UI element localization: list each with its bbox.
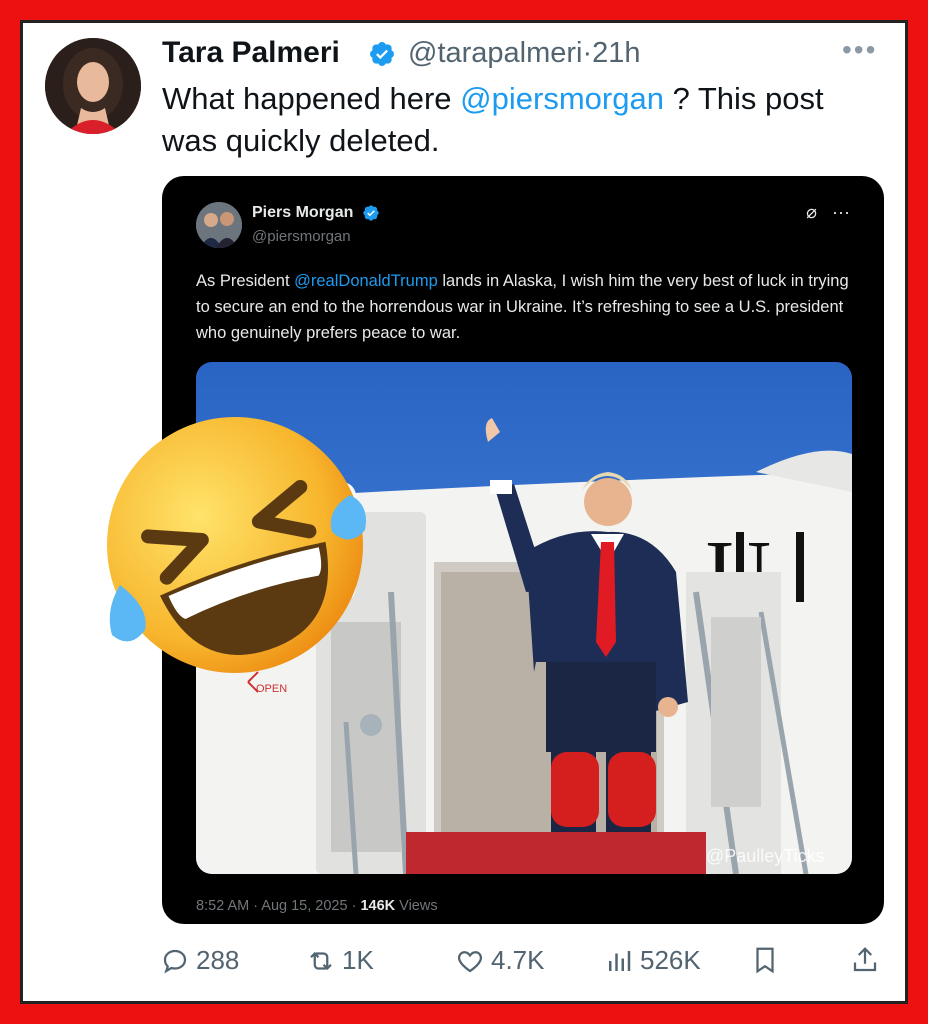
reply-icon	[163, 949, 187, 973]
reply-count: 288	[196, 945, 240, 975]
verified-badge-icon	[370, 42, 394, 66]
quoted-verified-badge-icon	[363, 205, 379, 221]
quoted-author-name[interactable]: Piers Morgan	[252, 204, 353, 222]
slash-circle-icon[interactable]: ⌀	[806, 202, 817, 222]
views-button[interactable]: 526K	[604, 945, 701, 976]
quoted-time[interactable]: 8:52 AM · Aug 15, 2025 ·	[196, 898, 360, 914]
bar-chart-icon	[609, 950, 631, 971]
like-button[interactable]: 4.7K	[455, 945, 545, 976]
share-button[interactable]	[850, 945, 880, 975]
author-handle[interactable]: @tarapalmeri	[408, 37, 583, 69]
more-icon[interactable]: ···	[832, 202, 850, 222]
photo-watermark: @PaulleyTicks	[706, 846, 825, 866]
quoted-author-handle[interactable]: @piersmorgan	[252, 228, 351, 245]
quoted-views-label: Views	[395, 898, 438, 914]
door-label: OPEN	[256, 683, 287, 695]
bookmark-icon	[756, 947, 774, 974]
repost-icon	[310, 951, 332, 970]
like-count: 4.7K	[491, 945, 545, 975]
mention-link[interactable]: @piersmorgan	[460, 81, 664, 116]
quoted-mention-link[interactable]: @realDonaldTrump	[294, 272, 438, 290]
quoted-views-count: 146K	[360, 898, 396, 914]
repost-count: 1K	[342, 945, 374, 975]
reply-button[interactable]: 288	[160, 945, 239, 976]
heart-icon	[457, 950, 483, 972]
quoted-author-avatar[interactable]	[196, 202, 242, 248]
rolling-laughing-emoji-icon	[107, 417, 366, 673]
time-separator: ·	[582, 37, 593, 69]
action-bar: 288 1K 4.7K 526K	[0, 945, 928, 985]
tweet-text-before: What happened here	[162, 81, 461, 116]
tweet-text: What happened here @piersmorgan ? This p…	[162, 78, 882, 162]
share-icon	[853, 947, 877, 972]
more-options-icon[interactable]: •••	[842, 34, 877, 66]
quoted-text: As President @realDonaldTrump lands in A…	[196, 268, 856, 346]
post-time[interactable]: 21h	[592, 37, 640, 69]
author-name[interactable]: Tara Palmeri	[162, 36, 340, 70]
quoted-text-before: As President	[196, 272, 295, 290]
quoted-header-icons: ⌀ ···	[806, 202, 850, 223]
author-avatar[interactable]	[45, 38, 141, 134]
repost-button[interactable]: 1K	[306, 945, 374, 976]
quoted-footer: 8:52 AM · Aug 15, 2025 · 146K Views	[196, 898, 438, 914]
bookmark-button[interactable]	[750, 945, 780, 975]
author-handle-time[interactable]: @tarapalmeri·21h	[408, 37, 641, 70]
views-count: 526K	[640, 945, 701, 975]
